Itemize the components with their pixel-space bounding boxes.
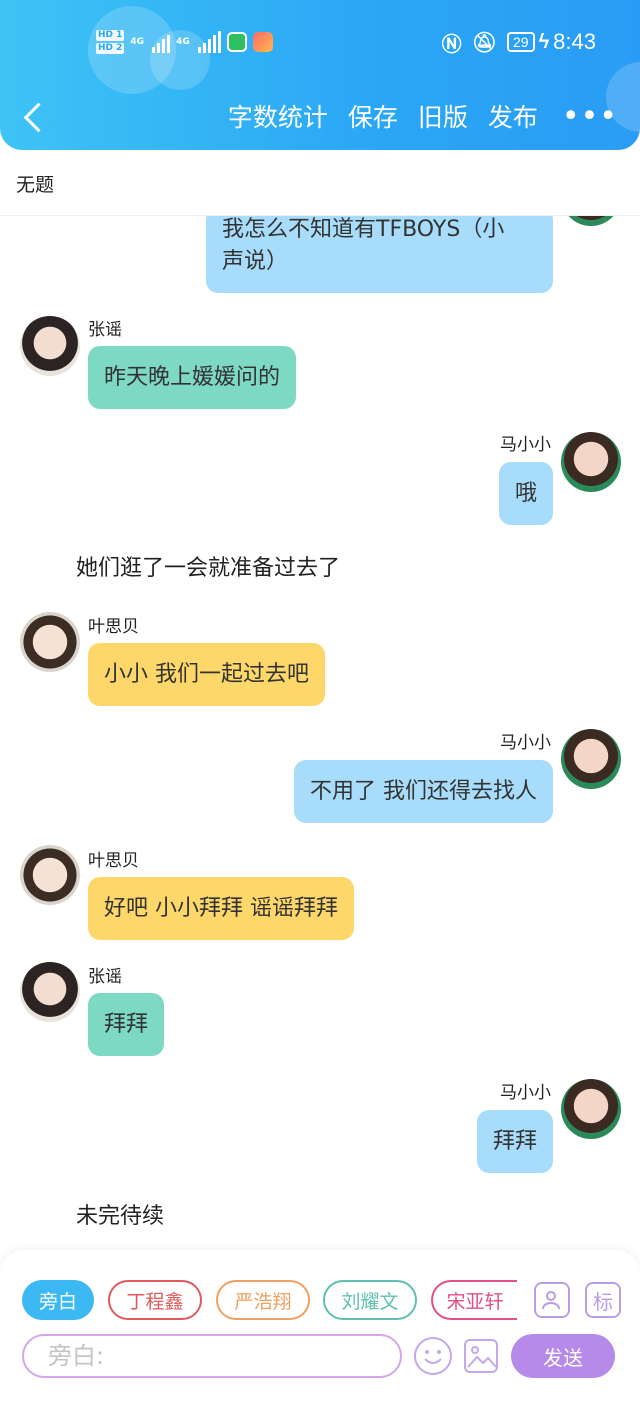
narration-text[interactable]: 她们逛了一会就准备过去了: [76, 550, 340, 582]
send-button[interactable]: 发送: [511, 1334, 615, 1378]
message-input[interactable]: [24, 1336, 400, 1376]
signal-icon-2: [197, 31, 221, 53]
avatar-zhangyao[interactable]: [20, 316, 80, 376]
chat-bubble[interactable]: 拜拜: [88, 993, 165, 1056]
speaker-name: 张谣: [88, 320, 122, 340]
chat-bubble[interactable]: 我怎么不知道有TFBOYS（小 声说）: [206, 216, 553, 293]
smiley-glyph: [424, 1350, 442, 1364]
composer-bar: 旁白 丁程鑫 严浩翔 刘耀文 宋亚轩 标 旁白: 发送: [0, 1250, 640, 1422]
speaker-name: 马小小: [500, 435, 551, 455]
app-header: HD 1 HD 2 4G 4G Ⓝ 🔕︎ 29 ϟ 8:43 字数统计 保存 旧…: [0, 0, 640, 150]
chat-bubble[interactable]: 小小 我们一起过去吧: [88, 643, 325, 706]
signal-icon: [152, 31, 171, 53]
app-root: HD 1 HD 2 4G 4G Ⓝ 🔕︎ 29 ϟ 8:43 字数统计 保存 旧…: [0, 0, 640, 1422]
speaker-name: 张谣: [88, 967, 122, 987]
hd2-badge: HD 2: [96, 43, 125, 54]
network-type-2: 4G: [176, 37, 190, 47]
chat-bubble[interactable]: 昨天晚上媛媛问的: [88, 346, 297, 409]
speaker-name: 叶思贝: [88, 851, 139, 871]
bubble-line: 我怎么不知道有TFBOYS（小: [222, 217, 505, 242]
publish-button[interactable]: 发布: [488, 98, 538, 134]
app-icon-t: [252, 32, 273, 52]
nav-actions: 字数统计 保存 旧版 发布 •••: [228, 88, 618, 144]
battery-indicator: 29: [507, 32, 535, 52]
role-chip[interactable]: 宋亚轩: [431, 1280, 517, 1320]
word-count-button[interactable]: 字数统计: [228, 98, 328, 134]
clock: 8:43: [553, 29, 596, 54]
person-glyph: [542, 1291, 560, 1310]
chat-bubble[interactable]: 不用了 我们还得去找人: [294, 760, 553, 823]
status-bar: HD 1 HD 2 4G 4G Ⓝ 🔕︎ 29 ϟ 8:43: [0, 22, 640, 62]
old-version-button[interactable]: 旧版: [418, 98, 468, 134]
hd1-badge: HD 1: [96, 30, 125, 41]
avatar-maxiaoxiao[interactable]: [561, 729, 621, 789]
document-title: 无题: [16, 174, 55, 196]
smiley-icon[interactable]: [414, 1337, 452, 1375]
video-app-icon: [226, 32, 247, 52]
nav-bar: 字数统计 保存 旧版 发布 •••: [0, 88, 640, 144]
message-input-wrapper: [22, 1334, 402, 1378]
avatar-maxiaoxiao[interactable]: [561, 1079, 621, 1139]
tag-button[interactable]: 标: [585, 1282, 621, 1318]
hd-badges: HD 1 HD 2: [96, 29, 125, 55]
save-button[interactable]: 保存: [348, 98, 398, 134]
chat-bubble[interactable]: 好吧 小小拜拜 谣谣拜拜: [88, 877, 354, 940]
person-add-icon[interactable]: [534, 1282, 570, 1318]
avatar-yesibei[interactable]: [20, 845, 80, 905]
status-left-group: HD 1 HD 2 4G 4G: [96, 22, 273, 62]
role-chip[interactable]: 丁程鑫: [108, 1280, 202, 1320]
bubble-line: 声说）: [222, 249, 289, 274]
speaker-name: 马小小: [500, 1083, 551, 1103]
image-glyph: [467, 1346, 496, 1368]
role-chip-narration[interactable]: 旁白: [22, 1280, 94, 1320]
avatar-maxiaoxiao[interactable]: [561, 216, 621, 226]
network-type-1: 4G: [130, 37, 145, 47]
document-title-row[interactable]: 无题: [0, 150, 640, 216]
avatar-zhangyao[interactable]: [20, 962, 80, 1022]
more-options-icon[interactable]: •••: [562, 99, 618, 134]
chevron-left-icon[interactable]: [18, 96, 54, 136]
avatar-yesibei[interactable]: [20, 612, 80, 672]
speaker-name: 马小小: [500, 733, 551, 753]
chat-area[interactable]: 我怎么不知道有TFBOYS（小 声说） 张谣 昨天晚上媛媛问的 马小小 哦 她们…: [0, 216, 640, 1250]
mute-bell-icon: 🔕︎: [471, 31, 497, 54]
chat-bubble[interactable]: 哦: [499, 462, 553, 525]
avatar-maxiaoxiao[interactable]: [561, 432, 621, 492]
charging-bolt-icon: ϟ: [538, 30, 550, 53]
speaker-name: 叶思贝: [88, 617, 139, 637]
status-right-group: Ⓝ 🔕︎ 29 ϟ 8:43: [442, 22, 596, 62]
image-icon[interactable]: [464, 1339, 498, 1373]
narration-text[interactable]: 未完待续: [76, 1198, 164, 1230]
chat-bubble[interactable]: 拜拜: [476, 1110, 553, 1173]
role-chip[interactable]: 刘耀文: [323, 1280, 417, 1320]
role-chip[interactable]: 严浩翔: [216, 1280, 310, 1320]
nfc-icon: Ⓝ: [441, 33, 462, 56]
